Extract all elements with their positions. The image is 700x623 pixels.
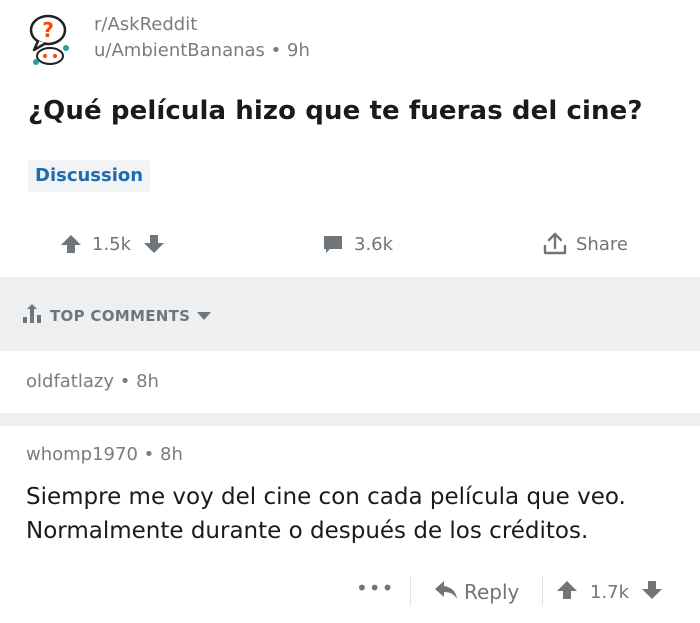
post-header: ? r/AskReddit u/AmbientBananas • 9h: [0, 0, 700, 84]
post-age: 9h: [287, 40, 310, 61]
askreddit-icon[interactable]: ?: [22, 10, 78, 66]
post-flair[interactable]: Discussion: [28, 160, 151, 192]
comment-body-line: Normalmente durante o después de los cré…: [26, 518, 589, 544]
comment-age: 8h: [136, 371, 159, 392]
comment-body: Siempre me voy del cine con cada películ…: [26, 480, 686, 548]
share-label: Share: [576, 233, 628, 255]
comment-body-line: Siempre me voy del cine con cada películ…: [26, 484, 626, 510]
comment-action-bar: ••• Reply 1.7k: [0, 570, 700, 614]
reply-icon: [434, 580, 458, 605]
chevron-down-icon: [196, 307, 212, 325]
upvote-icon[interactable]: [556, 579, 578, 606]
more-options-button[interactable]: •••: [356, 578, 394, 598]
top-sort-icon: [22, 303, 42, 329]
meta-dot: •: [143, 444, 160, 465]
reply-button[interactable]: Reply: [434, 570, 519, 614]
comment-score: 1.7k: [590, 581, 630, 603]
subreddit-name[interactable]: r/AskReddit: [94, 14, 197, 35]
post-score: 1.5k: [92, 233, 132, 255]
post-meta: u/AmbientBananas • 9h: [94, 40, 310, 61]
upvote-icon[interactable]: [60, 233, 82, 255]
comments-button[interactable]: 3.6k: [312, 220, 393, 268]
comments-count: 3.6k: [354, 233, 394, 255]
post-author[interactable]: u/AmbientBananas: [94, 40, 265, 61]
share-button[interactable]: Share: [534, 220, 628, 268]
comment: whomp1970 • 8h Siempre me voy del cine c…: [0, 426, 700, 623]
separator: [410, 576, 411, 606]
post-vote-group: 1.5k: [60, 220, 165, 268]
post-action-bar: 1.5k 3.6k Share: [0, 220, 700, 268]
comment-divider: [0, 413, 700, 426]
meta-dot: •: [270, 40, 287, 61]
downvote-icon[interactable]: [143, 233, 165, 255]
separator: [542, 576, 543, 606]
comment-age: 8h: [160, 444, 183, 465]
comment-vote-group: 1.7k: [556, 570, 663, 614]
comment-sort-bar: TOP COMMENTS: [0, 277, 700, 351]
comment-icon: [322, 233, 344, 255]
comment-author[interactable]: oldfatlazy: [26, 371, 114, 392]
meta-dot: •: [119, 371, 137, 392]
sort-dropdown[interactable]: TOP COMMENTS: [22, 303, 212, 329]
comment-collapsed[interactable]: oldfatlazy • 8h: [0, 351, 700, 413]
comment-author[interactable]: whomp1970: [26, 444, 138, 465]
share-icon: [542, 231, 568, 257]
downvote-icon[interactable]: [641, 579, 663, 606]
comment-meta: oldfatlazy • 8h: [26, 371, 159, 392]
comment-meta: whomp1970 • 8h: [26, 444, 183, 465]
sort-label: TOP COMMENTS: [50, 307, 191, 325]
svg-text:?: ?: [42, 18, 54, 42]
post-title[interactable]: ¿Qué película hizo que te fueras del cin…: [28, 96, 688, 126]
reply-label: Reply: [464, 580, 520, 604]
